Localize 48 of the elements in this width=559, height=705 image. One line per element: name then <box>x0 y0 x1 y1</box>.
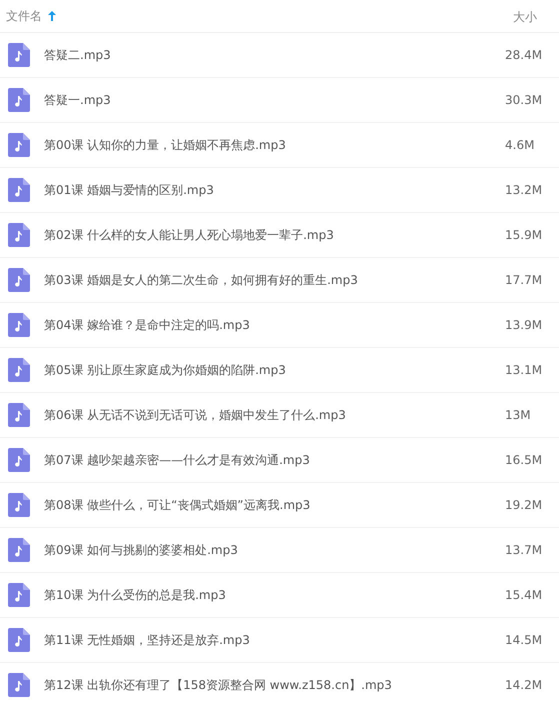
file-name[interactable]: 第08课 做些什么，可让“丧偶式婚姻”远离我.mp3 <box>44 496 505 514</box>
music-file-icon <box>8 88 30 112</box>
music-file-icon <box>8 628 30 652</box>
file-name[interactable]: 第06课 从无话不说到无话可说，婚姻中发生了什么.mp3 <box>44 406 505 424</box>
file-name[interactable]: 第09课 如何与挑剔的婆婆相处.mp3 <box>44 542 505 558</box>
file-size: 30.3M <box>505 93 544 107</box>
file-name[interactable]: 第03课 婚姻是女人的第二次生命，如何拥有好的重生.mp3 <box>44 272 505 288</box>
file-name[interactable]: 第07课 越吵架越亲密——什么才是有效沟通.mp3 <box>44 452 505 468</box>
file-name[interactable]: 第12课 出轨你还有理了【158资源整合网 www.z158.cn】.mp3 <box>44 676 505 694</box>
file-name[interactable]: 第10课 为什么受伤的总是我.mp3 <box>44 586 505 604</box>
file-name[interactable]: 答疑一.mp3 <box>44 92 505 108</box>
file-size: 16.5M <box>505 453 544 467</box>
file-name[interactable]: 答疑二.mp3 <box>44 46 505 64</box>
file-size: 13.9M <box>505 318 544 332</box>
file-name[interactable]: 第05课 别让原生家庭成为你婚姻的陷阱.mp3 <box>44 362 505 378</box>
file-name[interactable]: 第01课 婚姻与爱情的区别.mp3 <box>44 182 505 198</box>
file-size: 13M <box>505 408 532 422</box>
sort-arrow-icon[interactable] <box>48 11 56 21</box>
file-name[interactable]: 第00课 认知你的力量，让婚姻不再焦虑.mp3 <box>44 136 505 154</box>
music-file-icon <box>8 673 30 697</box>
music-file-icon <box>8 358 30 382</box>
file-name[interactable]: 第02课 什么样的女人能让男人死心塌地爱一辈子.mp3 <box>44 226 505 244</box>
music-file-icon <box>8 133 30 157</box>
music-file-icon <box>8 268 30 292</box>
file-size: 14.2M <box>505 678 544 692</box>
music-file-icon <box>8 313 30 337</box>
music-file-icon <box>8 493 30 517</box>
file-size: 19.2M <box>505 498 544 512</box>
column-header[interactable]: 文件名 <box>6 8 42 24</box>
file-size: 15.9M <box>505 228 544 242</box>
music-file-icon <box>8 178 30 202</box>
music-file-icon <box>8 448 30 472</box>
file-size: 13.1M <box>505 363 544 377</box>
file-size: 13.7M <box>505 543 544 557</box>
file-name[interactable]: 第04课 嫁给谁？是命中注定的吗.mp3 <box>44 316 505 334</box>
file-size: 15.4M <box>505 588 544 602</box>
music-file-icon <box>8 43 30 67</box>
file-name[interactable]: 第11课 无性婚姻，坚持还是放弃.mp3 <box>44 632 505 648</box>
music-file-icon <box>8 583 30 607</box>
music-file-icon <box>8 223 30 247</box>
file-size: 28.4M <box>505 48 544 62</box>
file-size: 14.5M <box>505 633 544 647</box>
file-size: 17.7M <box>505 273 544 287</box>
music-file-icon <box>8 403 30 427</box>
file-size: 4.6M <box>505 138 536 152</box>
music-file-icon <box>8 538 30 562</box>
column-header[interactable]: 大小 <box>513 10 537 24</box>
file-size: 13.2M <box>505 183 544 197</box>
